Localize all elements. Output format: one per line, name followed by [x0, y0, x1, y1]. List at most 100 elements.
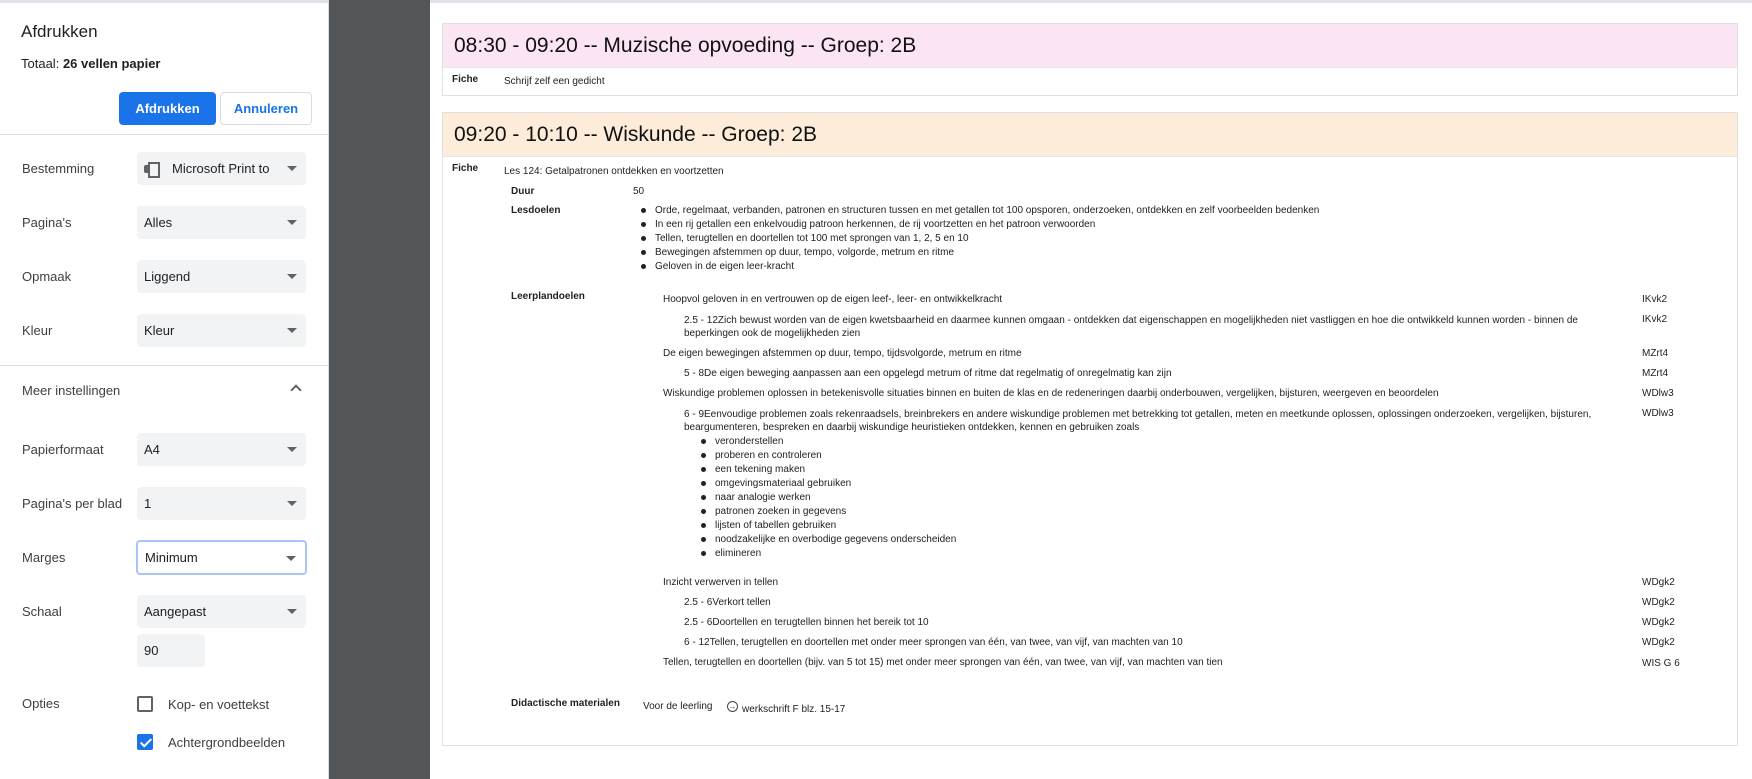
goal-code: IKvk2: [1642, 314, 1668, 325]
materials-label: Didactische materialen: [511, 698, 620, 709]
page-top-edge: [430, 0, 1752, 3]
goal-text: 5 - 8De eigen beweging aanpassen aan een…: [684, 368, 1172, 379]
paper-size-label: Papierformaat: [22, 442, 104, 457]
goal-code: WDgk2: [1642, 577, 1675, 588]
list-item: een tekening maken: [698, 464, 956, 478]
divider: [0, 134, 328, 135]
goal-code: WDgk2: [1642, 637, 1675, 648]
pages-per-sheet-label: Pagina's per blad: [22, 496, 123, 511]
lesson-card-wiskunde: 09:20 - 10:10 -- Wiskunde -- Groep: 2B F…: [442, 112, 1738, 746]
fiche-label: Fiche: [452, 74, 479, 85]
background-graphics-label[interactable]: Achtergrondbeelden: [168, 735, 285, 750]
goal-text: 6 - 12Tellen, terugtellen en doortellen …: [684, 637, 1183, 648]
leerplandoelen-label: Leerplandoelen: [511, 291, 585, 302]
list-item: omgevingsmateriaal gebruiken: [698, 478, 956, 492]
materials-item[interactable]: werkschrift F blz. 15-17: [742, 704, 845, 715]
list-item: Geloven in de eigen leer-kracht: [638, 261, 1319, 275]
pages-select[interactable]: Alles: [137, 206, 306, 239]
materials-for: Voor de leerling: [643, 701, 713, 712]
lesson-card-muzische: 08:30 - 09:20 -- Muzische opvoeding -- G…: [442, 23, 1738, 96]
goal-text: Wiskundige problemen oplossen in beteken…: [663, 388, 1439, 399]
pages-per-sheet-value: 1: [144, 496, 152, 511]
list-item: noodzakelijke en overbodige gegevens ond…: [698, 534, 956, 548]
list-item: In een rij getallen een enkelvoudig patr…: [638, 219, 1319, 233]
header-footer-checkbox[interactable]: [137, 696, 153, 712]
goal-text: 6 - 9Eenvoudige problemen zoals rekenraa…: [684, 409, 1592, 433]
total-label: Totaal:: [21, 56, 60, 71]
goal-text: Tellen, terugtellen en doortellen (bijv.…: [663, 657, 1223, 668]
lesson-header: 08:30 - 09:20 -- Muzische opvoeding -- G…: [443, 24, 1737, 68]
duur-label: Duur: [511, 186, 535, 197]
scale-value: Aangepast: [144, 604, 207, 619]
duur-value: 50: [633, 186, 645, 197]
pages-label: Pagina's: [22, 215, 72, 230]
margins-label: Marges: [22, 550, 66, 565]
total-value: 26 vellen papier: [62, 56, 161, 71]
layout-label: Opmaak: [22, 269, 72, 284]
layout-select[interactable]: Liggend: [137, 260, 306, 293]
pages-value: Alles: [144, 215, 173, 230]
dropdown-arrow-icon: [287, 328, 297, 333]
lesdoelen-list: Orde, regelmaat, verbanden, patronen en …: [638, 205, 1319, 275]
list-item: patronen zoeken in gegevens: [698, 506, 956, 520]
lesdoelen-label: Lesdoelen: [511, 205, 561, 216]
print-button[interactable]: Afdrukken: [119, 92, 216, 125]
scale-label: Schaal: [22, 604, 62, 619]
goal-code: WDgk2: [1642, 597, 1675, 608]
goal-code: WDlw3: [1642, 408, 1674, 419]
cancel-button[interactable]: Annuleren: [220, 92, 312, 125]
layout-value: Liggend: [144, 269, 191, 284]
margins-select[interactable]: Minimum: [136, 540, 307, 575]
dropdown-arrow-icon: [287, 501, 297, 506]
list-item: elimineren: [698, 548, 956, 562]
chevron-up-icon[interactable]: [290, 384, 302, 396]
goal-code: WDlw3: [1642, 388, 1674, 399]
print-preview[interactable]: 08:30 - 09:20 -- Muzische opvoeding -- G…: [430, 0, 1752, 779]
goal-code: IKvk2: [1642, 294, 1668, 305]
dropdown-arrow-icon: [287, 447, 297, 452]
divider: [0, 365, 328, 366]
goal-text: De eigen bewegingen afstemmen op duur, t…: [663, 348, 1022, 359]
list-item: Bewegingen afstemmen op duur, tempo, vol…: [638, 247, 1319, 261]
lesson-header: 09:20 - 10:10 -- Wiskunde -- Groep: 2B: [443, 113, 1737, 157]
circle-arrow-icon: →: [727, 701, 738, 712]
more-settings-toggle[interactable]: Meer instellingen: [22, 383, 120, 398]
goal-text: Inzicht verwerven in tellen: [663, 577, 779, 588]
list-item: Tellen, terugtellen en doortellen tot 10…: [638, 233, 1319, 247]
options-label: Opties: [22, 696, 60, 711]
scale-input[interactable]: 90: [137, 634, 205, 667]
dropdown-arrow-icon: [287, 609, 297, 614]
goal-code: MZrt4: [1642, 348, 1669, 359]
background-graphics-checkbox[interactable]: [137, 734, 153, 750]
color-value: Kleur: [144, 323, 175, 338]
list-item: veronderstellen: [698, 436, 956, 450]
list-item: proberen en controleren: [698, 450, 956, 464]
destination-select[interactable]: Microsoft Print to: [137, 152, 306, 185]
fiche-text: Schrijf zelf een gedicht: [504, 76, 605, 87]
color-label: Kleur: [22, 323, 53, 338]
print-dialog-sidebar: Afdrukken Totaal: 26 vellen papier Afdru…: [0, 0, 329, 779]
fiche-label: Fiche: [452, 163, 479, 174]
dropdown-arrow-icon: [287, 220, 297, 225]
list-item: naar analogie werken: [698, 492, 956, 506]
paper-size-value: A4: [144, 442, 160, 457]
pages-per-sheet-select[interactable]: 1: [137, 487, 306, 520]
dropdown-arrow-icon: [287, 166, 297, 171]
margins-value: Minimum: [145, 550, 198, 565]
goal-code: MZrt4: [1642, 368, 1669, 379]
header-footer-label[interactable]: Kop- en voettekst: [168, 697, 269, 712]
scale-select[interactable]: Aangepast: [137, 595, 306, 628]
dropdown-arrow-icon: [287, 274, 297, 279]
goal-text: Hoopvol geloven in en vertrouwen op de e…: [663, 294, 1003, 305]
destination-value: Microsoft Print to: [172, 161, 270, 176]
list-item: lijsten of tabellen gebruiken: [698, 520, 956, 534]
preview-gutter: [329, 0, 430, 779]
color-select[interactable]: Kleur: [137, 314, 306, 347]
goal-code: WDgk2: [1642, 617, 1675, 628]
goal-text: 2.5 - 12Zich bewust worden van de eigen …: [684, 315, 1578, 339]
destination-label: Bestemming: [22, 161, 95, 176]
fiche-text: Les 124: Getalpatronen ontdekken en voor…: [504, 166, 724, 177]
dialog-title: Afdrukken: [21, 22, 98, 41]
paper-size-select[interactable]: A4: [137, 433, 306, 466]
list-item: Orde, regelmaat, verbanden, patronen en …: [638, 205, 1319, 219]
